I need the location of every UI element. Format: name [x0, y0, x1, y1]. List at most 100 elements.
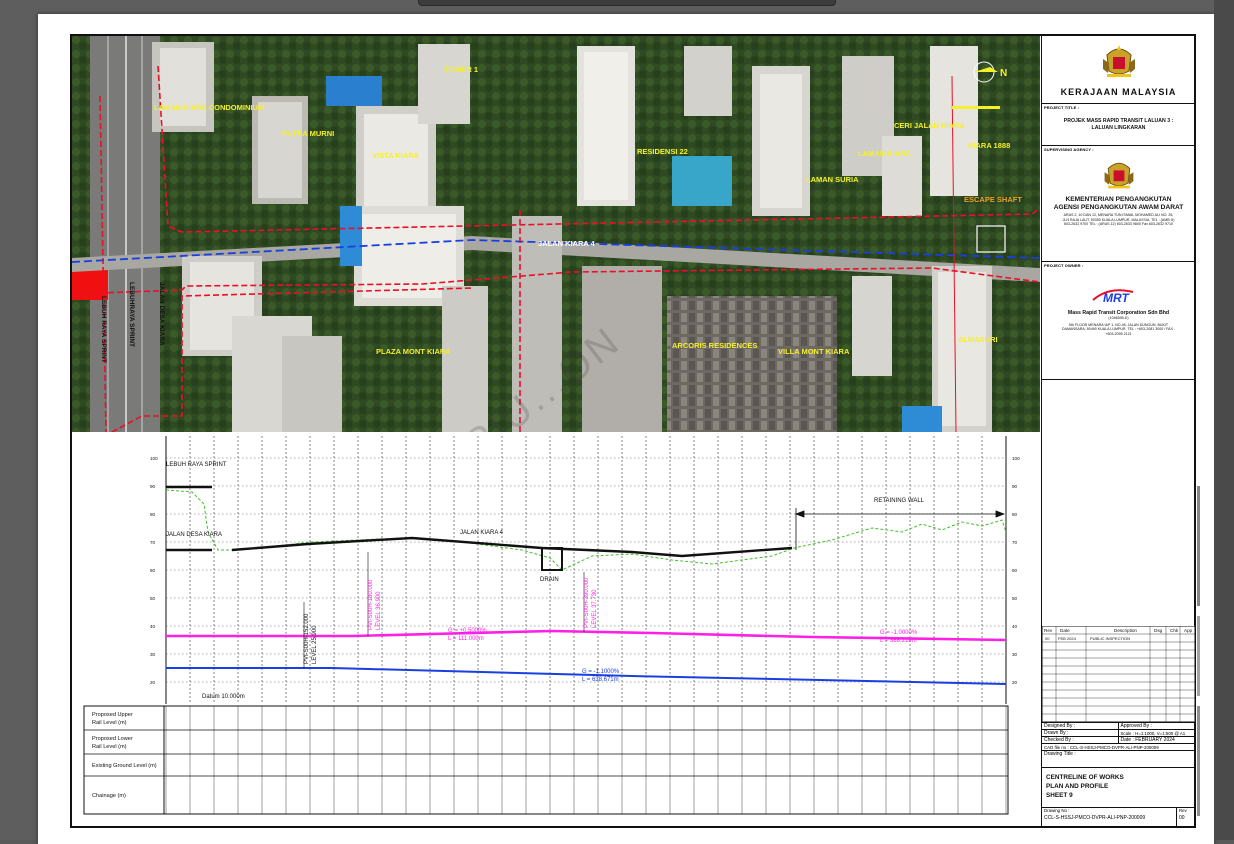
rev1-desc: PUBLIC INSPECTION — [1090, 636, 1130, 641]
aerial-plan-view: LAMAN KIARA CONDOMINIUM TOWER 1 PUTRA MU… — [72, 36, 1040, 432]
label-lamankiara: LAMAN KIARA — [858, 149, 911, 158]
agency-name: AGENSI PENGANGKUTAN AWAM DARAT — [1053, 204, 1184, 211]
elev-tick-right: 60 — [1012, 568, 1018, 573]
label-vista: VISTA KIARA — [372, 151, 420, 160]
label-desa: JALAN DESA KIARA — [158, 282, 165, 346]
label-desa-kiara: JALAN DESA KIARA — [166, 532, 222, 538]
elev-tick-left: 70 — [150, 540, 156, 545]
rev-head-app: App — [1184, 628, 1193, 633]
mrt-address: 5th FLOOR MENARA I&P 1, NO.46, JALAN DUN… — [1062, 322, 1175, 336]
drawing-title-2: PLAN AND PROFILE — [1046, 783, 1109, 790]
elev-tick-left: 100 — [150, 456, 158, 461]
drawing-title-section: CENTRELINE OF WORKS PLAN AND PROFILE SHE… — [1042, 768, 1195, 808]
label-datum: Datum 10.000m — [202, 694, 245, 700]
drawn-by: Drawn By : — [1042, 730, 1119, 736]
elev-tick-left: 20 — [150, 680, 156, 685]
label-condo: LAMAN KIARA CONDOMINIUM — [154, 103, 264, 112]
cad-file: CAD file no : CCL-S-HSSJ-PMCO-DVPR-ALI-P… — [1042, 744, 1195, 751]
signature-section: Designed By : Approved By : Drawn By : S… — [1042, 722, 1195, 768]
mrt-logo-icon: MRT — [1042, 286, 1195, 305]
approved-by: Approved By : — [1120, 723, 1152, 729]
longitudinal-profile: 1009080706050403020 1009080706050403020 … — [72, 432, 1040, 826]
scale: Scale : H=1:1000, V=1:500 @ A1 — [1120, 731, 1186, 736]
designed-by: Designed By : — [1042, 723, 1119, 729]
drawing-number-section: Drawing No : CCL-S-HSSJ-PMCO-DVPR-ALI-PN… — [1042, 808, 1195, 826]
label-lebuh-raya: LEBUH RAYA SPRINT — [166, 462, 227, 468]
elev-tick-right: 50 — [1012, 596, 1018, 601]
side-notes-strip — [1197, 486, 1200, 816]
agency-label: SUPERVISING AGENCY : — [1044, 147, 1094, 152]
label-residensi: RESIDENSI 22 — [637, 147, 688, 156]
elev-tick-left: 40 — [150, 624, 156, 629]
rev-head-dsg: Dsg — [1154, 628, 1163, 633]
rev-head-desc: Description — [1114, 628, 1137, 633]
label-villa: VILLA MONT KIARA — [778, 347, 850, 356]
label-sprint: LEBUHRAYA SPRINT — [128, 282, 135, 347]
rev-label: Rev — [1179, 808, 1187, 813]
elev-tick-right: 70 — [1012, 540, 1018, 545]
row-upper-label-1: Proposed Upper — [92, 712, 133, 718]
drawing-title-1: CENTRELINE OF WORKS — [1046, 774, 1124, 781]
elev-tick-left: 60 — [150, 568, 156, 573]
label-drain: DRAIN — [540, 577, 559, 583]
revision-table: Rev Date Description Dsg Chk App 00 FEB … — [1042, 626, 1195, 722]
elev-tick-right: 90 — [1012, 484, 1018, 489]
gov-section: KERAJAAN MALAYSIA — [1042, 36, 1195, 104]
rev-head-rev: Rev — [1044, 628, 1053, 633]
project-title-section: PROJECT TITLE : PROJEK MASS RAPID TRANSI… — [1042, 104, 1195, 146]
label-pvi2-level: LEVEL 36.900 — [376, 591, 382, 630]
rev-head-chk: Chk — [1170, 628, 1179, 633]
gov-title: KERAJAAN MALAYSIA — [1060, 87, 1177, 97]
drawing-title-3: SHEET 9 — [1046, 792, 1073, 799]
label-grade2: G = -1.0000% — [880, 630, 918, 636]
row-upper-label-2: Rail Level (m) — [92, 720, 127, 726]
label-arcoris: ARCORIS RESIDENCES — [672, 341, 757, 350]
label-almasuri: ALMASURI — [958, 335, 998, 344]
date: Date : FEBRUARY 2024 — [1120, 737, 1175, 743]
label-pvi2: PVI-S00H-180.000 — [368, 579, 374, 630]
elev-tick-left: 50 — [150, 596, 156, 601]
owner-section: PROJECT OWNER : MRT Mass Rapid Transit C… — [1042, 262, 1195, 380]
agency-address: ARAS 2, 10 DAN 12, MENARA TUN ISMAIL MOH… — [1062, 213, 1175, 227]
drawing-no: CCL-S-HSSJ-PMCO-DVPR-ALI-PNP-200009 — [1044, 815, 1146, 821]
owner-label: PROJECT OWNER : — [1044, 263, 1084, 268]
elev-tick-right: 100 — [1012, 456, 1020, 461]
highway-sprint — [90, 36, 160, 432]
label-lebuh: LEBUH RAYA SPRINT — [100, 296, 107, 363]
malaysia-crest-icon — [1102, 45, 1135, 77]
elev-tick-left: 90 — [150, 484, 156, 489]
elev-tick-left: 80 — [150, 512, 156, 517]
label-grade1: G = +0.5000% — [448, 628, 487, 634]
label-jalankiara4: JALAN KIARA 4 — [538, 239, 596, 248]
label-length2: L = 388.219m — [880, 638, 917, 644]
elev-tick-right: 40 — [1012, 624, 1018, 629]
drawing-title-label: Drawing Title : — [1044, 751, 1076, 757]
vertical-scrollbar[interactable] — [1214, 0, 1234, 840]
label-lamansuria: LAMAN SURIA — [806, 175, 859, 184]
label-pvi3: PVI-S00H-390.000 — [584, 577, 590, 628]
title-block: KERAJAAN MALAYSIA PROJECT TITLE : PROJEK… — [1041, 36, 1195, 826]
label-escape: ESCAPE SHAFT — [964, 195, 1022, 204]
label-retaining-wall: RETAINING WALL — [874, 498, 925, 504]
label-tower: TOWER 1 — [444, 65, 478, 74]
ministry-name: KEMENTERIAN PENGANGKUTAN — [1065, 196, 1172, 203]
rev-head-date: Date — [1060, 628, 1070, 633]
label-pvi1-level: LEVEL 25.900 — [312, 625, 318, 664]
row-lower-label-2: Rail Level (m) — [92, 744, 127, 750]
rev-value: 00 — [1179, 815, 1185, 821]
rev1-no: 00 — [1045, 636, 1050, 641]
elev-tick-right: 30 — [1012, 652, 1018, 657]
label-grade3: G = -1.1000% — [582, 669, 620, 675]
agency-section: SUPERVISING AGENCY : KEMENTERIAN PENGANG… — [1042, 146, 1195, 262]
viewer-toolbar[interactable] — [418, 0, 836, 6]
label-puteri: PUTRA MURNI — [282, 129, 334, 138]
label-kiara1888: KIARA 1888 — [968, 141, 1010, 150]
agency-crest-icon — [1104, 162, 1133, 189]
label-length1: L = 111.000m — [448, 636, 484, 642]
elev-tick-right: 20 — [1012, 680, 1018, 685]
row-lower-label-1: Proposed Lower — [92, 736, 133, 742]
svg-text:N: N — [1000, 68, 1007, 79]
label-seri: CERI JALAN KIARA — [894, 121, 965, 130]
project-title-label: PROJECT TITLE : — [1044, 105, 1080, 110]
elev-tick-left: 30 — [150, 652, 156, 657]
